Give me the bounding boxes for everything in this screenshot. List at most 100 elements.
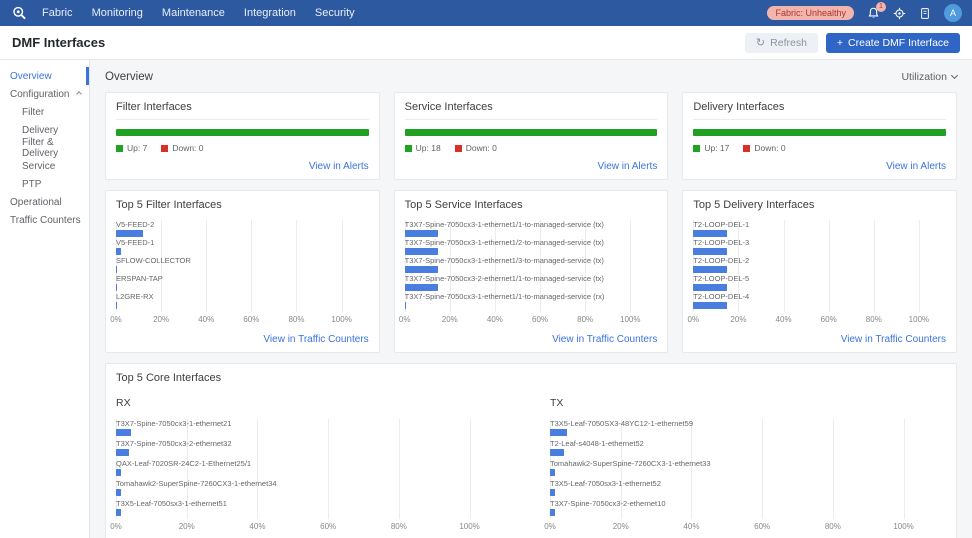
chart-row: T2-LOOP-DEL-4 bbox=[693, 292, 946, 310]
core-card-title: Top 5 Core Interfaces bbox=[116, 372, 946, 384]
bar bbox=[405, 302, 406, 309]
legend-down: Down: 0 bbox=[455, 143, 497, 153]
up-utilization-bar bbox=[116, 129, 369, 136]
view-in-traffic-counters-link[interactable]: View in Traffic Counters bbox=[263, 334, 368, 345]
sidebar-item-service[interactable]: Service bbox=[0, 157, 89, 175]
bar bbox=[116, 248, 121, 255]
settings-gear-icon[interactable] bbox=[893, 7, 906, 20]
x-axis: 0%20%40%60%80%100% bbox=[405, 315, 658, 326]
nav-item-security[interactable]: Security bbox=[315, 7, 355, 19]
sidebar-item-ptp[interactable]: PTP bbox=[0, 175, 89, 193]
chart-top-5-filter-interfaces: V5-FEED-2V5-FEED-1SFLOW-COLLECTORERSPAN-… bbox=[116, 220, 369, 326]
nav-right: Fabric: Unhealthy 1 bbox=[767, 4, 962, 22]
chart-row: V5-FEED-2 bbox=[116, 220, 369, 238]
core-chart-rx: RXT3X7-Spine-7050cx3-1-ethernet21T3X7-Sp… bbox=[116, 393, 512, 538]
view-in-alerts-link[interactable]: View in Alerts bbox=[886, 161, 946, 172]
documentation-icon[interactable] bbox=[919, 7, 931, 20]
bar-label: Tomahawk2-SuperSpine-7260CX3-1-ethernet3… bbox=[550, 459, 946, 468]
dmf-logo-icon[interactable] bbox=[10, 4, 28, 22]
chart-row: SFLOW-COLLECTOR bbox=[116, 256, 369, 274]
notification-bell-icon[interactable]: 1 bbox=[867, 7, 880, 20]
bar bbox=[116, 429, 131, 436]
x-axis: 0%20%40%60%80%100% bbox=[550, 522, 946, 533]
bar bbox=[693, 248, 726, 255]
summary-legend: Up: 18 Down: 0 bbox=[405, 143, 658, 153]
bar-label: Tomahawk2-SuperSpine-7260CX3-1-ethernet3… bbox=[116, 479, 512, 488]
chart-row: T3X7-Spine-7050cx3-1-ethernet21 bbox=[116, 419, 512, 439]
chart-row: Tomahawk2-SuperSpine-7260CX3-1-ethernet3… bbox=[550, 459, 946, 479]
bar-label: T2-Leaf-s4048-1-ethernet52 bbox=[550, 439, 946, 448]
page-title: DMF Interfaces bbox=[12, 35, 105, 50]
traffic-counters-link-row: View in Traffic Counters bbox=[693, 329, 946, 347]
bar-label: L2GRE-RX bbox=[116, 292, 369, 301]
sidebar-item-traffic-counters[interactable]: Traffic Counters bbox=[0, 211, 89, 229]
refresh-button[interactable]: ↻ Refresh bbox=[745, 33, 818, 53]
sidebar-item-filter[interactable]: Filter bbox=[0, 103, 89, 121]
x-tick-label: 0% bbox=[399, 315, 411, 324]
user-avatar[interactable]: A bbox=[944, 4, 962, 22]
sidebar-item-overview[interactable]: Overview bbox=[0, 67, 89, 85]
x-axis: 0%20%40%60%80%100% bbox=[116, 522, 512, 533]
chart-row: T3X7-Spine-7050cx3-2-ethernet32 bbox=[116, 439, 512, 459]
x-tick-label: 100% bbox=[331, 315, 351, 324]
x-tick-label: 40% bbox=[198, 315, 214, 324]
fabric-status-badge[interactable]: Fabric: Unhealthy bbox=[767, 6, 854, 20]
bar bbox=[116, 302, 117, 309]
x-tick-label: 20% bbox=[730, 315, 746, 324]
chart-plot: V5-FEED-2V5-FEED-1SFLOW-COLLECTORERSPAN-… bbox=[116, 220, 369, 312]
bar-label: SFLOW-COLLECTOR bbox=[116, 256, 369, 265]
chart-card-top-5-service-interfaces: Top 5 Service InterfacesT3X7-Spine-7050c… bbox=[394, 190, 669, 353]
view-in-traffic-counters-link[interactable]: View in Traffic Counters bbox=[552, 334, 657, 345]
view-in-alerts-link[interactable]: View in Alerts bbox=[309, 161, 369, 172]
summary-legend: Up: 17Down: 0 bbox=[693, 143, 946, 153]
x-tick-label: 0% bbox=[688, 315, 700, 324]
up-swatch-icon bbox=[116, 145, 123, 152]
bar-label: T3X7-Spine-7050cx3-1-ethernet1/3-to-mana… bbox=[405, 256, 658, 265]
core-chart-subtitle: TX bbox=[550, 397, 946, 409]
bar-label: V5-FEED-2 bbox=[116, 220, 369, 229]
view-in-alerts-link[interactable]: View in Alerts bbox=[597, 161, 657, 172]
sidebar-item-operational[interactable]: Operational bbox=[0, 193, 89, 211]
x-tick-label: 40% bbox=[776, 315, 792, 324]
bar-label: QAX-Leaf-7020SR-24C2-1-Ethernet25/1 bbox=[116, 459, 512, 468]
nav-item-fabric[interactable]: Fabric bbox=[42, 7, 73, 19]
x-tick-label: 20% bbox=[179, 522, 195, 531]
chart-row: T3X5-Leaf-7050sx3-1-ethernet52 bbox=[550, 479, 946, 499]
bar bbox=[550, 489, 555, 496]
content-layout: OverviewConfigurationFilterDeliveryFilte… bbox=[0, 60, 972, 538]
x-axis: 0%20%40%60%80%100% bbox=[693, 315, 946, 326]
alerts-link-row: View in Alerts bbox=[693, 156, 946, 174]
sidebar-item-filter-delivery[interactable]: Filter & Delivery bbox=[0, 139, 89, 157]
legend-up: Up: 18 bbox=[405, 143, 441, 153]
sidebar-item-label: Traffic Counters bbox=[10, 215, 81, 226]
core-chart-tx: TXT3X5-Leaf-7050SX3-48YC12-1-ethernet59T… bbox=[550, 393, 946, 538]
bar-label: T2-LOOP-DEL-1 bbox=[693, 220, 946, 229]
chart-card-top-5-filter-interfaces: Top 5 Filter InterfacesV5-FEED-2V5-FEED-… bbox=[105, 190, 380, 353]
sidebar-item-label: Configuration bbox=[10, 89, 69, 100]
nav-item-monitoring[interactable]: Monitoring bbox=[92, 7, 143, 19]
create-dmf-interface-button[interactable]: + Create DMF Interface bbox=[826, 33, 960, 53]
bar-label: T3X7-Spine-7050cx3-1-ethernet1/1-to-mana… bbox=[405, 220, 658, 229]
bar bbox=[693, 302, 727, 309]
view-in-traffic-counters-link[interactable]: View in Traffic Counters bbox=[841, 334, 946, 345]
bar-label: T3X5-Leaf-7050sx3-1-ethernet51 bbox=[116, 499, 512, 508]
sidebar-item-label: Overview bbox=[10, 71, 52, 82]
chart-plot: T3X7-Spine-7050cx3-1-ethernet21 T3X7-Spin… bbox=[116, 419, 512, 519]
nav-item-maintenance[interactable]: Maintenance bbox=[162, 7, 225, 19]
sidebar-item-label: Filter & Delivery bbox=[22, 137, 81, 159]
bar-label: T3X7-Spine-7050cx3-1-ethernet21 bbox=[116, 419, 512, 428]
core-charts-grid: RXT3X7-Spine-7050cx3-1-ethernet21T3X7-Sp… bbox=[116, 393, 946, 538]
plus-icon: + bbox=[837, 37, 843, 49]
summary-card-title: Filter Interfaces bbox=[116, 101, 369, 120]
bar-label: T2-LOOP-DEL-5 bbox=[693, 274, 946, 283]
summary-card-delivery-interfaces: Delivery InterfacesUp: 17Down: 0View in … bbox=[682, 92, 957, 180]
bar bbox=[116, 489, 121, 496]
nav-item-integration[interactable]: Integration bbox=[244, 7, 296, 19]
page-actions: ↻ Refresh + Create DMF Interface bbox=[745, 33, 960, 53]
page-header: DMF Interfaces ↻ Refresh + Create DMF In… bbox=[0, 26, 972, 60]
sidebar-item-configuration[interactable]: Configuration bbox=[0, 85, 89, 103]
legend-up: Up: 17 bbox=[693, 143, 729, 153]
bar bbox=[116, 230, 143, 237]
utilization-dropdown[interactable]: Utilization bbox=[901, 71, 957, 83]
bar bbox=[405, 248, 438, 255]
